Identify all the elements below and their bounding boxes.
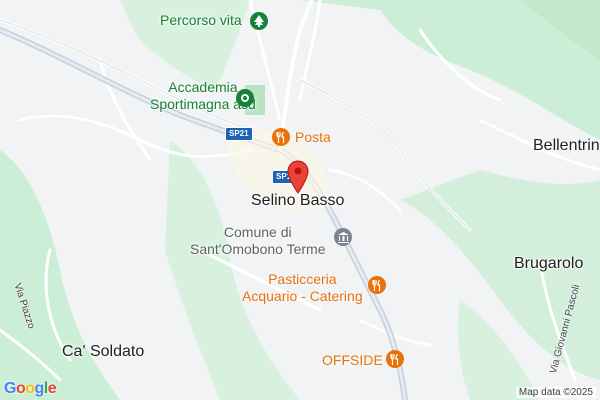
poi-label-comune[interactable]: Comune di Sant'Omobono Terme xyxy=(190,224,326,258)
poi-label-pasticceria-line1: Pasticceria xyxy=(268,271,337,287)
poi-label-comune-line1: Comune di xyxy=(223,224,292,240)
tree-icon[interactable] xyxy=(250,12,268,30)
place-label-bellentrino: Bellentrin xyxy=(533,137,600,154)
government-icon[interactable] xyxy=(334,228,352,246)
park-icon[interactable] xyxy=(236,89,254,107)
route-shield-sp21: SP21 xyxy=(225,127,253,141)
google-logo[interactable]: Google xyxy=(4,380,57,398)
map-footer: Google Map data ©2025 xyxy=(0,380,600,400)
location-pin-icon[interactable] xyxy=(287,160,309,194)
map-view[interactable]: SP21 SP1 Percorso vita Accademia Sportim… xyxy=(0,0,600,400)
restaurant-icon[interactable] xyxy=(368,276,386,294)
poi-label-comune-line2: Sant'Omobono Terme xyxy=(190,241,326,257)
restaurant-icon[interactable] xyxy=(272,128,290,146)
restaurant-icon[interactable] xyxy=(386,350,404,368)
poi-label-offside[interactable]: OFFSIDE xyxy=(322,352,383,369)
poi-label-pasticceria-line2: Acquario - Catering xyxy=(242,288,363,304)
map-data-attribution[interactable]: Map data ©2025 xyxy=(515,387,596,398)
place-label-ca-soldato: Ca' Soldato xyxy=(62,343,145,360)
poi-label-posta[interactable]: Posta xyxy=(295,129,331,146)
poi-label-pasticceria[interactable]: Pasticceria Acquario - Catering xyxy=(242,271,363,305)
place-label-brugarolo: Brugarolo xyxy=(514,255,584,272)
place-label-selino-basso: Selino Basso xyxy=(251,192,345,209)
poi-label-percorso-vita[interactable]: Percorso vita xyxy=(160,12,242,29)
